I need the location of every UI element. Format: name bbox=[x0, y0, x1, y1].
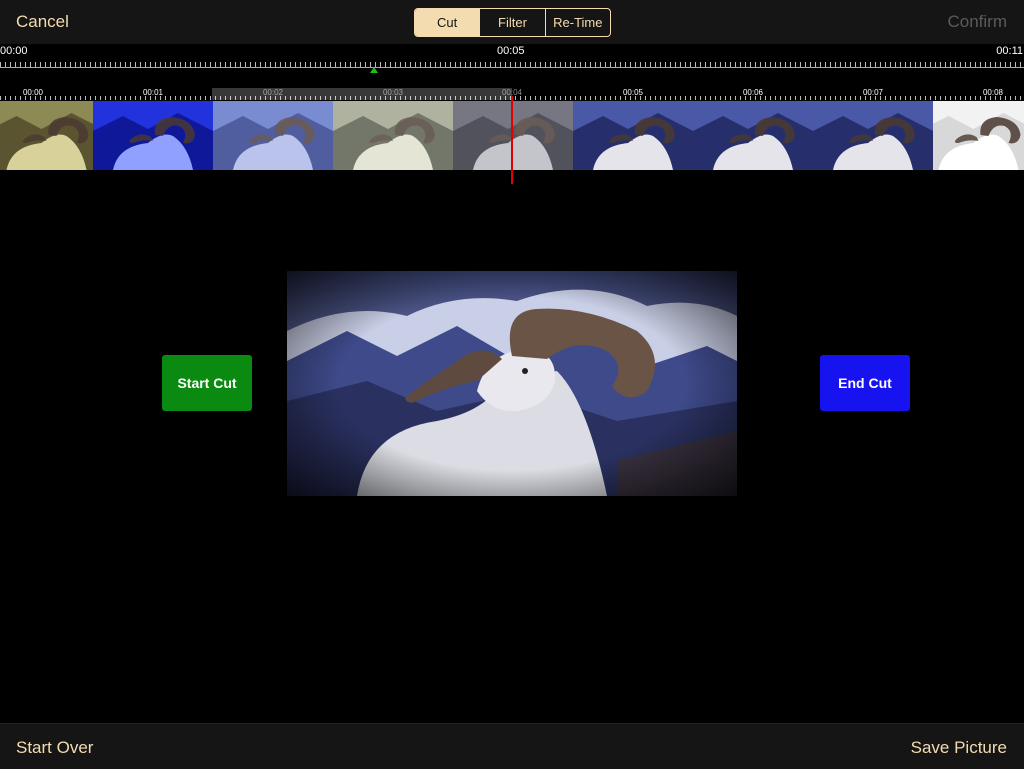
playhead[interactable] bbox=[511, 96, 513, 184]
frame-thumbnail[interactable] bbox=[333, 101, 453, 170]
cut-selection-range[interactable] bbox=[212, 88, 512, 100]
end-cut-button[interactable]: End Cut bbox=[820, 355, 910, 411]
save-picture-button[interactable]: Save Picture bbox=[911, 738, 1007, 758]
tab-filter[interactable]: Filter bbox=[480, 9, 546, 36]
tab-re-time[interactable]: Re-Time bbox=[546, 9, 610, 36]
frame-thumbnail[interactable] bbox=[693, 101, 813, 170]
cancel-button[interactable]: Cancel bbox=[16, 12, 69, 32]
frame-thumbnail[interactable] bbox=[453, 101, 573, 170]
position-marker-icon[interactable] bbox=[370, 67, 378, 73]
confirm-button[interactable]: Confirm bbox=[947, 12, 1007, 32]
frame-thumbnail[interactable] bbox=[933, 101, 1024, 170]
frame-thumbnail[interactable] bbox=[0, 101, 93, 170]
start-cut-button[interactable]: Start Cut bbox=[162, 355, 252, 411]
mode-segmented-control: Cut Filter Re-Time bbox=[414, 8, 611, 37]
frame-thumbnail[interactable] bbox=[573, 101, 693, 170]
start-over-button[interactable]: Start Over bbox=[16, 738, 93, 758]
frame-thumbnail[interactable] bbox=[813, 101, 933, 170]
video-preview bbox=[287, 271, 737, 496]
top-toolbar: Cancel Cut Filter Re-Time Confirm bbox=[0, 0, 1024, 44]
ram-photo-icon bbox=[287, 271, 737, 496]
tab-cut[interactable]: Cut bbox=[415, 9, 481, 36]
frame-thumbnail[interactable] bbox=[93, 101, 213, 170]
overall-timeline-ruler bbox=[0, 62, 1024, 68]
overall-timeline[interactable]: 00:00 00:05 00:11 bbox=[0, 44, 1024, 68]
frame-thumbnail[interactable] bbox=[213, 101, 333, 170]
bottom-toolbar: Start Over Save Picture bbox=[0, 723, 1024, 769]
timeline-start-label: 00:00 bbox=[0, 45, 28, 57]
timeline-middle-label: 00:05 bbox=[497, 45, 525, 57]
timeline-end-label: 00:11 bbox=[996, 45, 1023, 57]
